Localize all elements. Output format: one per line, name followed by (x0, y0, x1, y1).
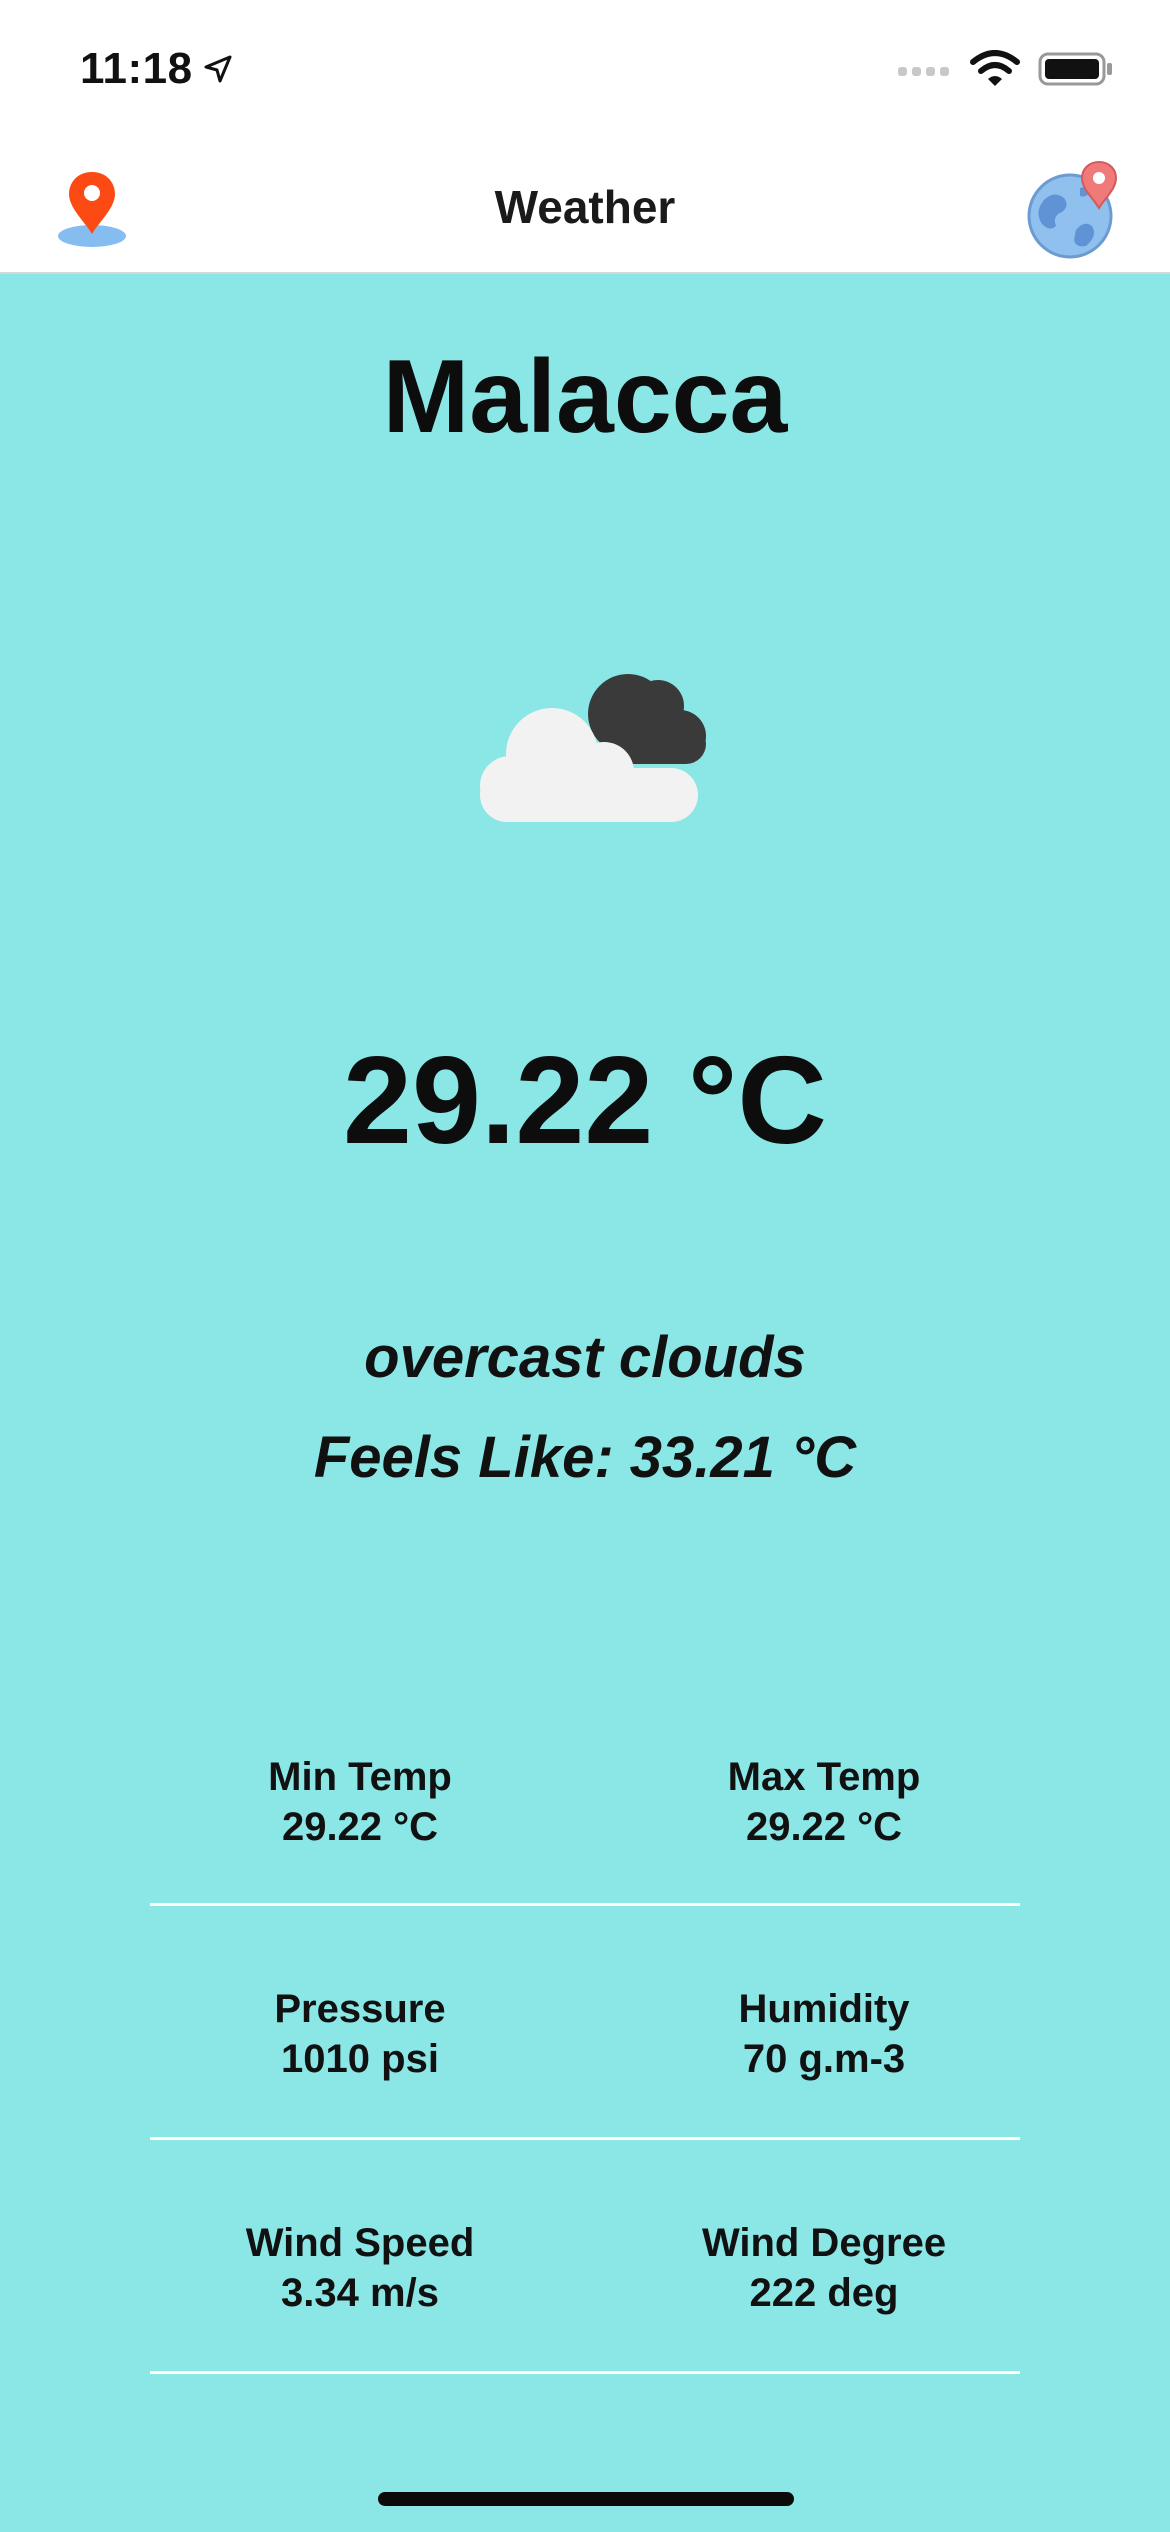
location-arrow-icon (204, 55, 232, 83)
battery-icon (1038, 52, 1112, 86)
stat-value: 70 g.m-3 (742, 2037, 906, 2081)
status-bar: 11:18 (0, 0, 1170, 140)
stat-value: 222 deg (749, 2271, 899, 2315)
stat-label: Pressure (274, 1987, 446, 2031)
stats-row-pressure-humidity: Pressure 1010 psi Humidity 70 g.m-3 (150, 1906, 1020, 2140)
status-time-text: 11:18 (80, 44, 193, 93)
stat-max-temp: Max Temp 29.22 °C (614, 1752, 1034, 1852)
navigation-bar: Weather (0, 140, 1170, 274)
current-temperature: 29.22 °C (343, 1032, 827, 1170)
stat-wind-speed: Wind Speed 3.34 m/s (150, 2218, 570, 2318)
city-name: Malacca (382, 339, 788, 455)
status-time: 11:18 (80, 44, 233, 94)
home-indicator[interactable] (378, 2492, 794, 2506)
weather-stats: Min Temp 29.22 °C Max Temp 29.22 °C Pres… (150, 1674, 1020, 2374)
stat-label: Humidity (738, 1987, 910, 2031)
stat-humidity: Humidity 70 g.m-3 (614, 1984, 1034, 2084)
city-search-button[interactable] (1026, 160, 1126, 260)
stats-row-temperature: Min Temp 29.22 °C Max Temp 29.22 °C (150, 1674, 1020, 1906)
stat-wind-degree: Wind Degree 222 deg (614, 2218, 1034, 2318)
stats-row-wind: Wind Speed 3.34 m/s Wind Degree 222 deg (150, 2140, 1020, 2374)
stat-value: 29.22 °C (281, 1805, 439, 1849)
stat-value: 3.34 m/s (281, 2271, 439, 2315)
stat-pressure: Pressure 1010 psi (150, 1984, 570, 2084)
stat-label: Wind Degree (701, 2221, 947, 2265)
stat-value: 1010 psi (281, 2037, 439, 2081)
feels-like: Feels Like: 33.21 °C (313, 1425, 857, 1490)
stat-label: Wind Speed (245, 2221, 475, 2265)
cellular-signal-icon (898, 67, 949, 76)
stat-min-temp: Min Temp 29.22 °C (150, 1752, 570, 1852)
overcast-clouds-icon (480, 674, 706, 822)
nav-title: Weather (494, 181, 676, 233)
globe-pin-icon (1027, 160, 1118, 259)
stat-label: Max Temp (727, 1755, 921, 1799)
stat-label: Min Temp (268, 1755, 452, 1799)
wifi-icon (970, 50, 1020, 86)
weather-description: overcast clouds (364, 1325, 806, 1390)
weather-panel: Malacca 29.22 °C overcast clouds Feels L… (0, 274, 1170, 2532)
stat-value: 29.22 °C (745, 1805, 903, 1849)
status-indicators (896, 50, 1114, 88)
